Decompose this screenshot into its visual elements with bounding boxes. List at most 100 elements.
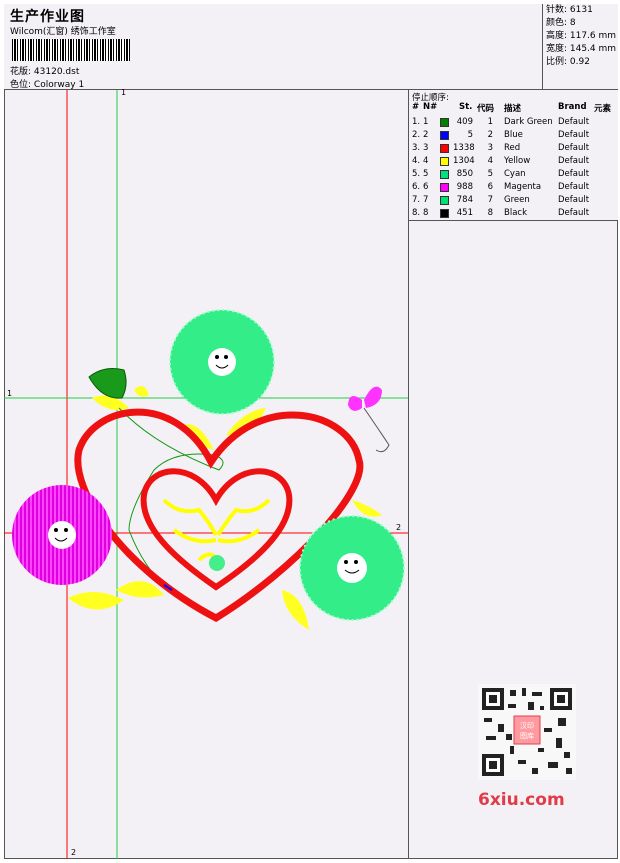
color-swatch: [440, 118, 449, 127]
stats-panel: 针数: 6131 颜色: 8 高度: 117.6 mm 宽度: 145.4 mm…: [542, 4, 618, 90]
cell-stitches: 1338: [453, 143, 475, 153]
cell-brand: Default: [558, 195, 590, 205]
guide-label-h1: 1: [7, 389, 13, 398]
cell-desc: Yellow: [504, 156, 531, 166]
cell-desc: Dark Green: [504, 117, 553, 127]
cell-stitches: 784: [456, 195, 473, 205]
table-row: 6. 6 988 6 Magenta Default: [409, 181, 618, 194]
cell-code: 4: [487, 156, 493, 166]
cell-no: 3: [423, 143, 429, 153]
cell-desc: Cyan: [504, 169, 526, 179]
watermark-text: 6xiu.com: [478, 790, 565, 810]
table-row: 5. 5 850 5 Cyan Default: [409, 168, 618, 181]
cell-desc: Red: [504, 143, 521, 153]
cell-no: 6: [423, 182, 429, 192]
cell-code: 7: [487, 195, 493, 205]
cell-hash: 6.: [412, 182, 421, 192]
green-vine: [118, 407, 224, 596]
cell-desc: Blue: [504, 130, 523, 140]
stat-height: 高度: 117.6 mm: [546, 31, 617, 41]
dark-green-leaf: [88, 368, 127, 399]
cell-desc: Black: [504, 208, 527, 218]
cell-no: 7: [423, 195, 429, 205]
color-swatch: [440, 144, 449, 153]
qr-badge-text: 汉印: [520, 722, 534, 730]
cell-hash: 5.: [412, 169, 421, 179]
cell-stitches: 1304: [453, 156, 475, 166]
magenta-flower: [12, 485, 112, 585]
cell-no: 5: [423, 169, 429, 179]
cell-code: 1: [487, 117, 493, 127]
th-element: 元素: [594, 104, 612, 114]
cell-no: 1: [423, 117, 429, 127]
th-st: St.: [459, 102, 473, 112]
cell-desc: Magenta: [504, 182, 542, 192]
cell-no: 8: [423, 208, 429, 218]
studio-subtitle: Wilcom(汇窗) 绣饰工作室: [10, 27, 116, 37]
right-green-flower: [299, 515, 405, 621]
cell-no: 2: [423, 130, 429, 140]
page-title: 生产作业图: [10, 9, 85, 25]
th-desc: 描述: [504, 104, 522, 114]
stat-colors: 颜色: 8: [546, 18, 576, 28]
stop-sequence-table: 停止顺序: # N# St. 代码 描述 Brand 元素 1. 1 409 1 Dar…: [408, 90, 618, 221]
table-row: 2. 2 5 2 Blue Default: [409, 129, 618, 142]
th-brand: Brand: [558, 102, 587, 112]
cell-code: 6: [487, 182, 493, 192]
cell-brand: Default: [558, 117, 590, 127]
barcode: [12, 39, 130, 61]
table-row: 3. 3 1338 3 Red Default: [409, 142, 618, 155]
color-swatch: [440, 170, 449, 179]
color-swatch: [440, 157, 449, 166]
design-value: 43120.dst: [33, 67, 80, 77]
cell-stitches: 409: [456, 117, 473, 127]
guide-label-h2: 2: [396, 523, 402, 532]
cell-no: 4: [423, 156, 429, 166]
th-code: 代码: [477, 104, 495, 114]
table-row: 8. 8 451 8 Black Default: [409, 207, 618, 220]
cell-code: 2: [487, 130, 493, 140]
cell-brand: Default: [558, 130, 590, 140]
header: 生产作业图 Wilcom(汇窗) 绣饰工作室 花版: 43120.dst 色位:…: [4, 4, 618, 90]
cell-stitches: 988: [456, 182, 473, 192]
stat-scale: 比例: 0.92: [546, 57, 590, 67]
cell-code: 8: [487, 208, 493, 218]
cell-brand: Default: [558, 182, 590, 192]
table-row: 4. 4 1304 4 Yellow Default: [409, 155, 618, 168]
cell-brand: Default: [558, 156, 590, 166]
yellow-ornament: [162, 498, 271, 562]
cell-hash: 2.: [412, 130, 421, 140]
table-row: 7. 7 784 7 Green Default: [409, 194, 618, 207]
embroidery-preview: [4, 90, 408, 859]
color-swatch: [440, 131, 449, 140]
table-row: 1. 1 409 1 Dark Green Default: [409, 116, 618, 129]
center-flower: [209, 555, 225, 571]
qr-badge-text-2: 图库: [520, 731, 534, 740]
color-swatch: [440, 183, 449, 192]
cell-brand: Default: [558, 169, 590, 179]
top-green-flower: [169, 309, 275, 415]
colorway-value: Colorway 1: [33, 80, 85, 90]
stat-stitches: 针数: 6131: [546, 5, 593, 15]
cell-code: 5: [487, 169, 493, 179]
color-swatch: [440, 209, 449, 218]
cell-hash: 1.: [412, 117, 421, 127]
cell-hash: 4.: [412, 156, 421, 166]
cell-stitches: 5: [467, 130, 473, 140]
cell-hash: 3.: [412, 143, 421, 153]
cell-desc: Green: [504, 195, 530, 205]
design-label: 花版:: [10, 67, 32, 77]
cell-brand: Default: [558, 143, 590, 153]
qr-code-icon: 汉印 图库: [478, 684, 576, 780]
th-hash: #: [412, 102, 420, 112]
cell-brand: Default: [558, 208, 590, 218]
cell-hash: 7.: [412, 195, 421, 205]
cell-hash: 8.: [412, 208, 421, 218]
cell-stitches: 451: [456, 208, 473, 218]
guide-label-v2: 2: [71, 848, 77, 857]
th-no: N#: [423, 102, 438, 112]
colorway-info: 色位: Colorway 1: [10, 77, 84, 90]
colorway-label: 色位:: [10, 80, 32, 90]
design-canvas: 1 1 2 2: [4, 88, 408, 859]
table-header: # N# St. 代码 描述 Brand 元素: [409, 102, 618, 114]
